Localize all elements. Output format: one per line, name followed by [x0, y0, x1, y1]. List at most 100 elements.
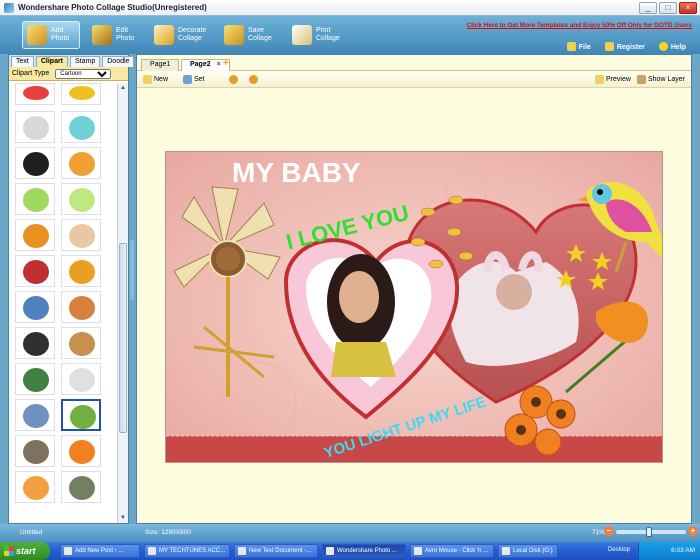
- workspace: Page1 Page2 × + New Set Preview Show Laye…: [136, 54, 692, 524]
- clipart-item[interactable]: [15, 435, 55, 467]
- taskbar: start Add New Post ‹ ... MY TECHTUNES AC…: [0, 542, 700, 560]
- clipart-item[interactable]: [15, 183, 55, 215]
- clipart-item[interactable]: [61, 83, 101, 105]
- scroll-up-arrow[interactable]: ▲: [119, 84, 127, 92]
- clipart-item[interactable]: [61, 183, 101, 215]
- clipart-item[interactable]: [61, 219, 101, 251]
- clipart-item[interactable]: [15, 291, 55, 323]
- preview-button[interactable]: Preview: [595, 75, 631, 84]
- zoom-knob[interactable]: [646, 527, 652, 537]
- new-button[interactable]: New: [143, 75, 168, 84]
- clipart-item[interactable]: [61, 471, 101, 503]
- clipart-image: [23, 152, 49, 176]
- tab-text[interactable]: Text: [11, 56, 34, 67]
- clipart-item[interactable]: [61, 147, 101, 179]
- clipart-item[interactable]: [15, 399, 55, 431]
- clipart-item[interactable]: [61, 255, 101, 287]
- collage-title-text[interactable]: MY BABY: [232, 157, 361, 188]
- clipart-image: [23, 404, 49, 428]
- zoom-out-button[interactable]: −: [604, 526, 614, 536]
- redo-button[interactable]: [249, 75, 258, 84]
- taskbar-item[interactable]: New Text Document -...: [234, 544, 318, 558]
- system-tray: 6:03 AM: [638, 542, 700, 560]
- zoom-in-button[interactable]: +: [688, 526, 698, 536]
- layer-icon: [637, 75, 646, 84]
- add-photo-icon: [27, 25, 47, 45]
- preview-label: Preview: [606, 76, 631, 83]
- clipart-item[interactable]: [15, 255, 55, 287]
- clipart-image: [69, 86, 95, 100]
- taskbar-item[interactable]: Add New Post ‹ ...: [60, 544, 140, 558]
- taskbar-item[interactable]: MY TECHTUNES ACC...: [144, 544, 230, 558]
- clipart-item[interactable]: [15, 147, 55, 179]
- clipart-image: [23, 476, 49, 500]
- clip-type-row: Clipart Type Cartoon: [9, 67, 128, 81]
- status-bar: Untitled Size: 1280X800 71% − +: [0, 524, 700, 542]
- undo-button[interactable]: [229, 75, 238, 84]
- clipart-item-selected[interactable]: [61, 399, 101, 431]
- clipart-image: [69, 476, 95, 500]
- file-menu[interactable]: File: [566, 42, 591, 51]
- edit-photo-button[interactable]: Edit Photo: [88, 21, 144, 49]
- decorate-collage-button[interactable]: Decorate Collage: [150, 21, 216, 49]
- start-button[interactable]: start: [0, 542, 50, 560]
- clipart-item[interactable]: [15, 471, 55, 503]
- maximize-button[interactable]: □: [659, 2, 677, 14]
- clipart-item[interactable]: [15, 111, 55, 143]
- scroll-thumb[interactable]: [119, 243, 127, 433]
- clipart-image: [69, 152, 95, 176]
- clipart-panel: Text Clipart Stamp Doodle Clipart Type C…: [8, 54, 135, 524]
- clipart-image: [23, 332, 49, 356]
- decorate-label: Decorate Collage: [178, 27, 207, 42]
- clipart-grid: [9, 83, 117, 523]
- save-icon: [224, 25, 244, 45]
- scroll-down-arrow[interactable]: ▼: [119, 514, 127, 522]
- clipart-item[interactable]: [15, 363, 55, 395]
- clipart-item[interactable]: [15, 219, 55, 251]
- clipart-item[interactable]: [15, 327, 55, 359]
- zoom-slider[interactable]: − +: [604, 526, 698, 537]
- clipart-item[interactable]: [61, 435, 101, 467]
- panel-splitter[interactable]: [130, 240, 134, 300]
- register-link[interactable]: Register: [604, 42, 645, 51]
- panel-tabs: Text Clipart Stamp Doodle: [9, 55, 135, 67]
- promo-link[interactable]: Click Here to Get More Templates and Enj…: [467, 22, 692, 29]
- register-icon: [604, 42, 614, 51]
- redo-icon: [249, 75, 258, 84]
- clipart-image: [23, 368, 49, 392]
- close-tab-icon[interactable]: ×: [217, 61, 221, 68]
- tab-clipart[interactable]: Clipart: [35, 56, 69, 67]
- clipart-scrollbar[interactable]: ▲ ▼: [117, 83, 128, 523]
- clip-type-select[interactable]: Cartoon: [55, 68, 112, 79]
- clipart-image: [69, 188, 95, 212]
- set-icon: [183, 75, 192, 84]
- desktop-toolbar[interactable]: Desktop: [608, 547, 630, 553]
- show-layer-button[interactable]: Show Layer: [637, 75, 685, 84]
- clipart-item[interactable]: [61, 291, 101, 323]
- tab-stamp[interactable]: Stamp: [70, 56, 101, 67]
- clipart-item[interactable]: [61, 111, 101, 143]
- tab-page1[interactable]: Page1: [141, 59, 180, 71]
- clipart-item[interactable]: [61, 327, 101, 359]
- preview-icon: [595, 75, 604, 84]
- taskbar-item[interactable]: Local Disk (G:): [498, 544, 558, 558]
- set-button[interactable]: Set: [183, 75, 205, 84]
- clipart-image: [23, 260, 49, 284]
- add-photo-button[interactable]: Add Photo: [22, 21, 80, 49]
- help-link[interactable]: Help: [658, 42, 686, 51]
- collage-canvas[interactable]: MY BABY I LOVE YOU YOU LIGHT UP MY LIFE: [165, 151, 663, 463]
- minimize-button[interactable]: _: [639, 2, 657, 14]
- clipart-item[interactable]: [15, 83, 55, 105]
- clipart-image: [69, 224, 95, 248]
- clipart-item[interactable]: [61, 363, 101, 395]
- tab-doodle[interactable]: Doodle: [102, 56, 135, 67]
- save-collage-button[interactable]: Save Collage: [220, 21, 282, 49]
- close-button[interactable]: ×: [679, 2, 697, 14]
- taskbar-item[interactable]: Avro Mouse - Click 'n ...: [410, 544, 494, 558]
- main-toolbar: Add Photo Edit Photo Decorate Collage Sa…: [0, 16, 700, 54]
- print-collage-button[interactable]: Print Collage: [288, 21, 350, 49]
- windows-flag-icon: [4, 546, 14, 556]
- clock: 6:03 AM: [671, 547, 695, 554]
- add-page-icon[interactable]: +: [223, 59, 233, 69]
- taskbar-item-active[interactable]: Wondershare Photo ...: [322, 544, 406, 558]
